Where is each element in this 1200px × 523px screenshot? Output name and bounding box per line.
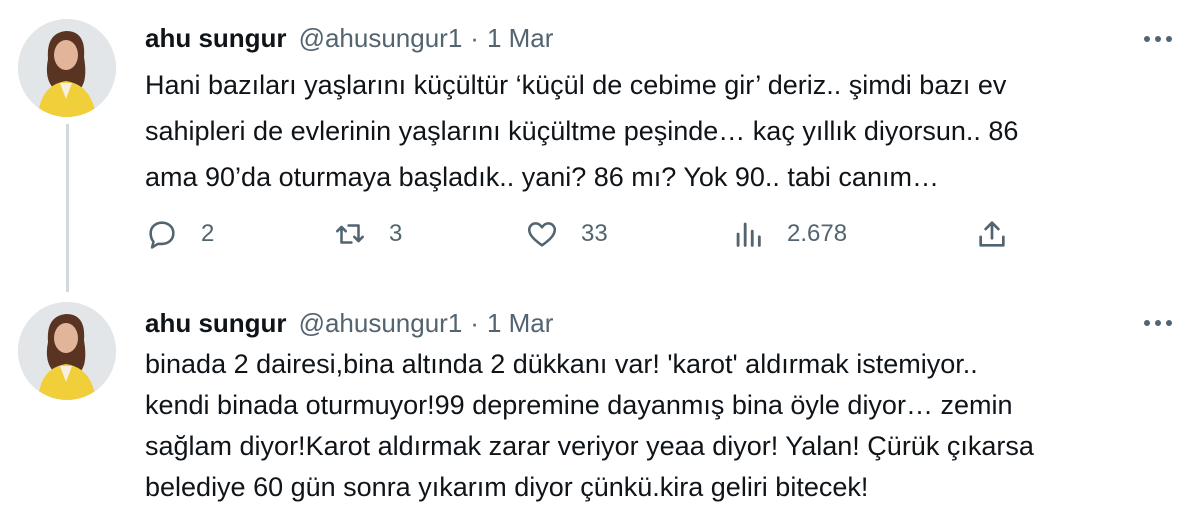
separator: · (470, 22, 479, 53)
tweet-text-line: kendi binada oturmuyor!99 depremine daya… (145, 390, 1013, 420)
tweet-text-line: belediye 60 gün sonra yıkarım diyor çünk… (145, 472, 869, 502)
separator: · (470, 307, 479, 338)
views-icon (736, 222, 761, 247)
like-count: 33 (581, 220, 608, 247)
retweet-button[interactable]: 3 (333, 212, 402, 256)
share-button[interactable] (975, 212, 1009, 256)
tweet[interactable]: ahu sungur @ahusungur1 · 1 Mar Hani bazı… (0, 0, 1200, 290)
tweet-text: binada 2 dairesi,bina altında 2 dükkanı … (145, 344, 1155, 508)
tweet-text-line: sahipleri de evlerinin yaşlarını küçültm… (145, 116, 1019, 146)
view-count: 2.678 (787, 220, 848, 247)
avatar[interactable] (18, 302, 116, 400)
tweet-text-line: binada 2 dairesi,bina altında 2 dükkanı … (145, 349, 978, 379)
author-name[interactable]: ahu sungur (145, 308, 287, 339)
tweet-text-line: Hani bazıları yaşlarını küçültür ‘küçül … (145, 70, 1007, 100)
retweet-icon (335, 224, 365, 244)
retweet-count: 3 (389, 220, 403, 247)
tweet-text-line: ama 90’da oturmaya başladık.. yani? 86 m… (145, 162, 939, 192)
tweet[interactable]: ahu sungur @ahusungur1 · 1 Mar binada 2 … (0, 290, 1200, 523)
avatar[interactable] (18, 19, 116, 117)
heart-icon (527, 222, 557, 247)
tweet-text-line: sağlam diyor!Karot aldırmak zarar veriyo… (145, 431, 1034, 461)
tweet-header: ahu sungur @ahusungur1 · 1 Mar (145, 303, 553, 343)
tweet-header: ahu sungur @ahusungur1 · 1 Mar (145, 18, 553, 58)
like-button[interactable]: 33 (525, 212, 608, 256)
more-icon[interactable] (1138, 308, 1178, 338)
share-icon (979, 221, 1005, 247)
tweet-actions: 2 3 33 2.678 (145, 212, 1045, 256)
more-icon[interactable] (1138, 24, 1178, 54)
author-handle[interactable]: @ahusungur1 (299, 308, 463, 339)
author-name[interactable]: ahu sungur (145, 23, 287, 54)
reply-icon (149, 221, 175, 249)
tweet-date[interactable]: 1 Mar (487, 23, 553, 54)
author-handle[interactable]: @ahusungur1 (299, 23, 463, 54)
reply-count: 2 (201, 220, 215, 247)
reply-button[interactable]: 2 (145, 212, 214, 256)
views-button[interactable]: 2.678 (731, 212, 847, 256)
tweet-text: Hani bazıları yaşlarını küçültür ‘küçül … (145, 62, 1155, 200)
tweet-date[interactable]: 1 Mar (487, 308, 553, 339)
